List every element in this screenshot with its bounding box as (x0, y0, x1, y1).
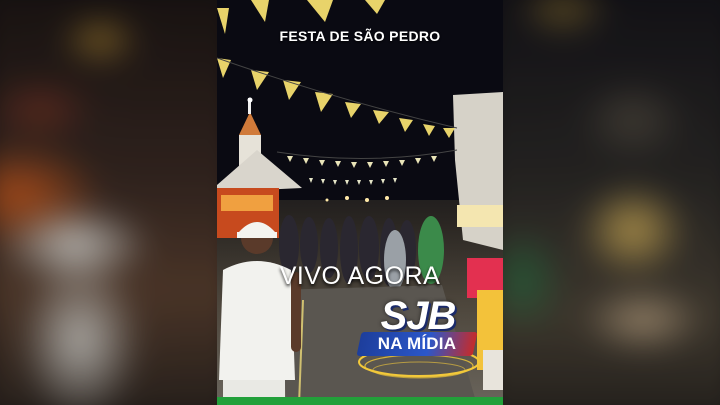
sjb-na-midia-logo: SJB NA MÍDIA (356, 294, 487, 390)
event-title: FESTA DE SÃO PEDRO (279, 28, 441, 44)
video-frame: FESTA DE SÃO PEDRO VIVO AGORA SJB NA MÍD… (217, 0, 503, 405)
blurred-background-left (0, 0, 217, 405)
blurred-background-right (503, 0, 720, 405)
bottom-green-bar (217, 397, 503, 405)
logo-tag-badge: NA MÍDIA (356, 332, 478, 356)
live-now-caption: VIVO AGORA (279, 262, 441, 290)
logo-tag-text: NA MÍDIA (377, 334, 457, 353)
